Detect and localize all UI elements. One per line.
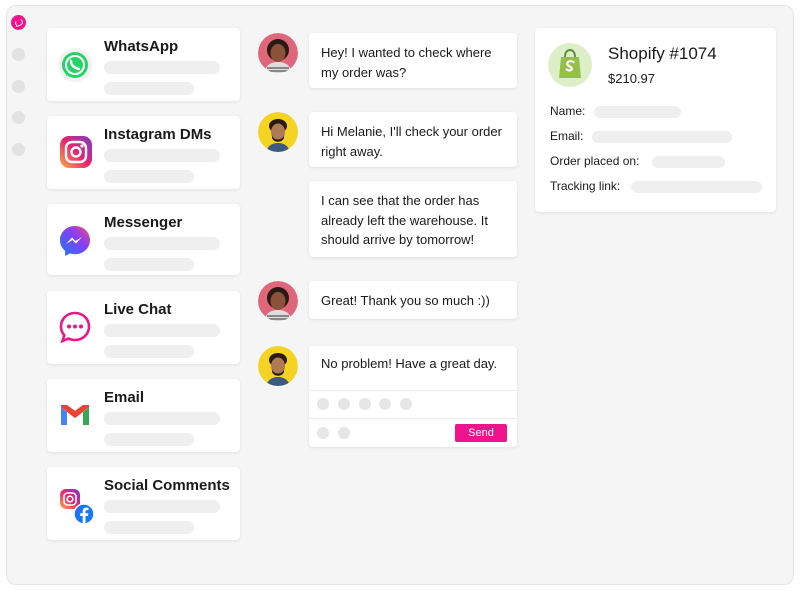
field-label-order-placed: Order placed on: — [550, 154, 640, 168]
placeholder-line — [104, 324, 220, 337]
emoji-icon[interactable] — [317, 398, 329, 410]
channel-name: Instagram DMs — [104, 126, 212, 143]
placeholder-line — [104, 345, 194, 358]
placeholder-line — [104, 412, 220, 425]
chat-message: I can see that the order has already lef… — [309, 181, 517, 257]
instagram-icon — [60, 136, 92, 168]
order-price: $210.97 — [608, 71, 655, 86]
attachment-icon[interactable] — [338, 398, 350, 410]
chat-message: Hi Melanie, I'll check your order right … — [309, 112, 517, 167]
template-icon[interactable] — [379, 398, 391, 410]
toolbar-option-icon[interactable] — [338, 427, 350, 439]
field-value-placeholder — [652, 156, 725, 168]
channel-card-whatsapp[interactable]: WhatsApp — [47, 28, 240, 101]
divider — [309, 390, 517, 391]
shopify-logo — [548, 43, 592, 87]
field-label-name: Name: — [550, 104, 586, 118]
send-button[interactable]: Send — [455, 424, 507, 442]
field-value-placeholder — [631, 181, 762, 193]
placeholder-line — [104, 237, 220, 250]
nav-item-3[interactable] — [12, 111, 25, 124]
shopify-bag-icon — [559, 48, 581, 78]
divider — [309, 418, 517, 419]
placeholder-line — [104, 61, 220, 74]
messenger-icon — [60, 226, 90, 256]
nav-item-4[interactable] — [12, 143, 25, 156]
customer-avatar — [258, 281, 298, 321]
image-icon[interactable] — [359, 398, 371, 410]
order-title: Shopify #1074 — [608, 44, 717, 63]
whatsapp-icon — [58, 48, 92, 82]
app-logo-icon[interactable] — [11, 15, 26, 30]
chat-message: Great! Thank you so much :)) — [309, 281, 517, 319]
placeholder-line — [104, 149, 220, 162]
channel-name: Messenger — [104, 214, 183, 231]
channel-card-social-comments[interactable]: Social Comments — [47, 467, 240, 540]
nav-item-1[interactable] — [12, 48, 25, 61]
channel-card-email[interactable]: Email — [47, 379, 240, 452]
composer-draft-text[interactable]: No problem! Have a great day. — [321, 356, 497, 371]
channel-card-instagram[interactable]: Instagram DMs — [47, 116, 240, 189]
live-chat-icon — [59, 311, 91, 344]
toolbar-option-icon[interactable] — [317, 427, 329, 439]
field-label-email: Email: — [550, 129, 584, 143]
message-composer[interactable]: No problem! Have a great day. Send — [309, 346, 517, 447]
customer-avatar — [258, 33, 298, 73]
placeholder-line — [104, 170, 194, 183]
channel-name: Live Chat — [104, 301, 172, 318]
chat-message: Hey! I wanted to check where my order wa… — [309, 33, 517, 88]
placeholder-line — [104, 521, 194, 534]
field-value-placeholder — [594, 106, 681, 118]
nav-item-2[interactable] — [12, 80, 25, 93]
channel-card-messenger[interactable]: Messenger — [47, 204, 240, 275]
placeholder-line — [104, 500, 220, 513]
placeholder-line — [104, 258, 194, 271]
order-details-card: Shopify #1074 $210.97 Name: Email: Order… — [535, 28, 776, 212]
format-icon[interactable] — [400, 398, 412, 410]
field-value-placeholder — [592, 131, 732, 143]
field-label-tracking-link[interactable]: Tracking link: — [550, 179, 620, 193]
placeholder-line — [104, 82, 194, 95]
agent-avatar — [258, 112, 298, 152]
channel-name: Social Comments — [104, 477, 230, 494]
channel-name: Email — [104, 389, 145, 406]
instagram-facebook-icon — [60, 489, 95, 525]
agent-avatar — [258, 346, 298, 386]
channel-name: WhatsApp — [104, 38, 179, 55]
gmail-icon — [61, 405, 89, 425]
channel-card-live-chat[interactable]: Live Chat — [47, 291, 240, 364]
placeholder-line — [104, 433, 194, 446]
